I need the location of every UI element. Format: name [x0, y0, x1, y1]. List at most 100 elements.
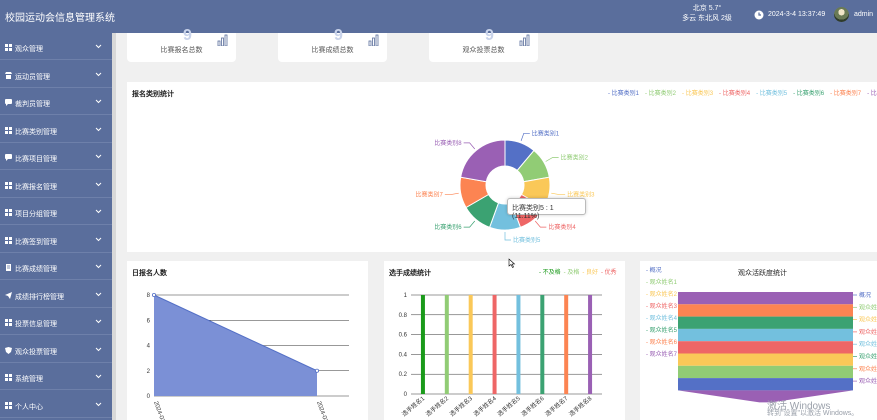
grid-icon	[5, 401, 12, 409]
sidebar: 观众管理运动员管理裁判员管理 比赛类别管理比赛项目管理比赛报名管理项目分组管理比赛…	[0, 33, 112, 420]
x-tick-label: 选手姓名3	[448, 394, 475, 418]
pie-slice-label: 比赛类别1	[532, 129, 560, 137]
chevron-down-icon	[95, 44, 102, 49]
chevron-down-icon	[95, 72, 102, 76]
pie-slice-label: 比赛类别8	[434, 139, 462, 147]
grid-icon	[5, 181, 12, 189]
sidebar-item-9[interactable]: 比赛成绩管理	[0, 253, 112, 280]
score-bar[interactable]	[516, 295, 521, 394]
pie-label-line	[463, 220, 476, 228]
sidebar-item-label: 观众投票管理	[15, 348, 57, 356]
score-bar[interactable]	[420, 295, 425, 394]
score-bar[interactable]	[492, 295, 497, 394]
activity-band[interactable]	[678, 353, 853, 366]
scrollbar[interactable]	[112, 33, 116, 420]
activity-band-label: 观众姓名6	[859, 365, 877, 373]
activity-band[interactable]	[678, 378, 853, 391]
activity-band[interactable]	[678, 292, 853, 305]
activity-band-label: 观众姓名1	[859, 303, 877, 311]
stat-card-registrations: 9 比赛报名总数	[127, 27, 236, 62]
sidebar-item-5[interactable]: 比赛项目管理	[0, 143, 112, 170]
grid-icon	[5, 236, 12, 244]
y-tick-label: 0.2	[399, 372, 408, 378]
sidebar-item-label: 运动员管理	[15, 73, 50, 81]
panel-daily-registration: 日报名人数 0 2 4 6 8 2024-03-04 2024-03-04	[127, 261, 368, 420]
activity-band[interactable]	[678, 304, 853, 317]
pie-slice[interactable]	[460, 139, 506, 183]
chevron-down-icon	[95, 292, 102, 296]
activity-band-label: 观众姓名4	[859, 340, 877, 348]
activity-band-label: 概况	[859, 291, 871, 299]
pie-label-line	[444, 192, 459, 195]
sidebar-item-label: 项目分组管理	[15, 211, 57, 218]
activity-band[interactable]	[678, 365, 853, 379]
activity-legend-item[interactable]: - 观众姓名1	[646, 278, 678, 286]
chevron-down-icon	[95, 154, 102, 159]
activity-legend-item[interactable]: - 观众姓名3	[646, 302, 678, 310]
sidebar-item-3[interactable]: 裁判员管理	[0, 88, 112, 115]
weather-temp: 北京 5.7°	[692, 5, 722, 12]
activity-legend-item[interactable]: - 观众姓名6	[646, 338, 678, 346]
panel-audience-activity: 观众活跃度统计 - 概况 - 观众姓名1- 观众姓名2- 观众姓名3- 观众姓名4…	[640, 261, 877, 420]
score-bar[interactable]	[564, 295, 569, 394]
data-point[interactable]	[151, 293, 156, 298]
activity-band[interactable]	[678, 328, 853, 342]
activity-legend-item[interactable]: - 观众姓名7	[646, 350, 678, 358]
sidebar-item-13[interactable]: 系统管理	[0, 363, 112, 390]
y-tick-label: 1	[404, 293, 408, 299]
x-tick-label: 选手姓名8	[567, 394, 594, 418]
y-tick-label: 0	[147, 394, 151, 400]
y-tick-label: 0	[404, 392, 408, 398]
sidebar-item-14[interactable]: 个人中心	[0, 391, 112, 418]
score-bar[interactable]	[588, 295, 593, 394]
chevron-down-icon	[95, 127, 102, 131]
activity-chart: - 概况 - 观众姓名1 - 观众姓名2 - 观众姓名3 - 观众姓名4 - 观众姓名5 -…	[646, 266, 877, 403]
sidebar-item-6[interactable]: 比赛报名管理	[0, 171, 112, 198]
sidebar-item-8[interactable]: 比赛签到管理	[0, 226, 112, 253]
sidebar-item-1[interactable]: 观众管理	[0, 33, 112, 60]
activity-band[interactable]	[678, 341, 853, 354]
sidebar-item-label: 个人中心	[15, 403, 43, 411]
grid-icon	[5, 126, 12, 134]
chevron-down-icon	[95, 319, 102, 324]
stat-value: 9	[485, 27, 494, 44]
y-tick-label: 0.8	[399, 313, 408, 319]
chat-icon	[5, 154, 12, 161]
area-chart: 0 2 4 6 8 2024-03-04 2024-03-04	[147, 293, 349, 420]
sidebar-item-10[interactable]: 成绩排行榜管理	[0, 281, 112, 308]
sidebar-item-11[interactable]: 投票信息管理	[0, 308, 112, 335]
sidebar-item-label: 系统管理	[15, 376, 43, 383]
pie-slice-label: 比赛类别5	[513, 236, 541, 244]
activity-legend-item[interactable]: - 观众姓名4	[646, 314, 678, 322]
store-icon	[5, 71, 12, 79]
activity-band[interactable]	[678, 316, 853, 329]
sidebar-item-label: 比赛项目管理	[15, 156, 57, 163]
current-datetime: 2024-3-4 13:37:49	[768, 11, 826, 18]
activity-legend-item[interactable]: - 观众姓名2	[646, 290, 678, 298]
username[interactable]: admin	[854, 11, 873, 18]
doc-icon	[6, 264, 11, 271]
activity-legend-item[interactable]: - 观众姓名5	[646, 326, 678, 334]
y-tick-label: 0.4	[399, 352, 408, 358]
avatar[interactable]	[834, 7, 849, 22]
score-bar[interactable]	[468, 295, 473, 394]
sidebar-item-12[interactable]: 观众投票管理	[0, 336, 112, 363]
pie-slice-label: 比赛类别7	[415, 191, 443, 199]
score-bar[interactable]	[540, 295, 545, 394]
sidebar-item-2[interactable]: 运动员管理	[0, 61, 112, 88]
activity-band-label: 观众姓名5	[859, 353, 877, 361]
activity-legend-item[interactable]: - 概况	[646, 266, 662, 274]
activity-band-label: 观众姓名7	[859, 377, 877, 385]
score-bar[interactable]	[444, 295, 449, 394]
sidebar-item-7[interactable]: 项目分组管理	[0, 198, 112, 225]
bar-chart-icon	[217, 34, 228, 46]
pie-label-line	[545, 157, 559, 162]
sidebar-item-label: 成绩排行榜管理	[15, 293, 64, 301]
x-tick-label: 选手姓名2	[424, 394, 451, 418]
sidebar-item-4[interactable]: 比赛类别管理	[0, 116, 112, 143]
stat-value: 9	[334, 27, 343, 44]
stat-label: 比赛成绩总数	[311, 47, 354, 54]
sidebar-item-label: 观众管理	[15, 46, 43, 53]
data-point[interactable]	[314, 368, 319, 373]
stat-card-votes: 9 观众投票总数	[429, 27, 538, 62]
